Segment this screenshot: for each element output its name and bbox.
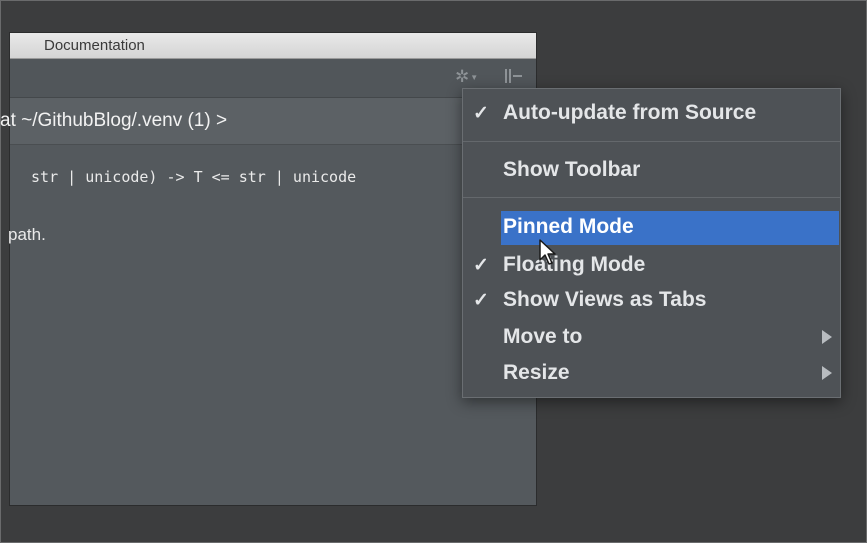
check-icon: ✓ — [473, 103, 489, 124]
menu-item-resize[interactable]: Resize — [463, 357, 840, 391]
check-icon: ✓ — [473, 255, 489, 276]
submenu-arrow-icon — [822, 330, 832, 344]
gear-dropdown-menu: ✓ Auto-update from Source Show Toolbar P… — [462, 88, 841, 398]
menu-separator — [463, 141, 840, 142]
menu-item-label: Resize — [503, 361, 570, 384]
check-icon: ✓ — [473, 290, 489, 311]
menu-separator — [463, 197, 840, 198]
menu-item-show-views-as-tabs[interactable]: ✓ Show Views as Tabs — [463, 284, 840, 318]
menu-item-move-to[interactable]: Move to — [463, 321, 840, 355]
doc-description: path. — [8, 225, 46, 244]
menu-item-show-toolbar[interactable]: Show Toolbar — [463, 154, 840, 188]
documentation-window: Documentation ✲ ▼ at ~/GithubBlog/.venv (… — [0, 33, 536, 506]
window-toolbar: ✲ ▼ — [10, 59, 536, 98]
mouse-cursor-icon — [538, 238, 562, 268]
window-titlebar[interactable]: Documentation — [10, 33, 536, 59]
submenu-arrow-icon — [822, 366, 832, 380]
menu-item-label: Auto-update from Source — [503, 101, 757, 124]
pin-icon[interactable] — [503, 67, 525, 85]
menu-item-label: Floating Mode — [503, 253, 646, 276]
menu-item-floating-mode[interactable]: ✓ Floating Mode — [463, 249, 840, 283]
menu-item-label: Move to — [503, 325, 583, 348]
menu-item-label: Show Toolbar — [503, 158, 641, 181]
menu-item-label: Show Views as Tabs — [503, 288, 707, 311]
function-signature: str | unicode) -> T <= str | unicode — [22, 168, 357, 186]
menu-item-auto-update[interactable]: ✓ Auto-update from Source — [463, 97, 840, 131]
gear-icon[interactable]: ✲ ▼ — [455, 67, 483, 86]
doc-path-bar: at ~/GithubBlog/.venv (1) > — [0, 98, 536, 145]
doc-path[interactable]: at ~/GithubBlog/.venv (1) > — [0, 110, 227, 132]
window-title: Documentation — [44, 37, 145, 54]
doc-content: str | unicode) -> T <= str | unicode pat… — [8, 145, 536, 506]
menu-item-label: Pinned Mode — [503, 215, 634, 238]
